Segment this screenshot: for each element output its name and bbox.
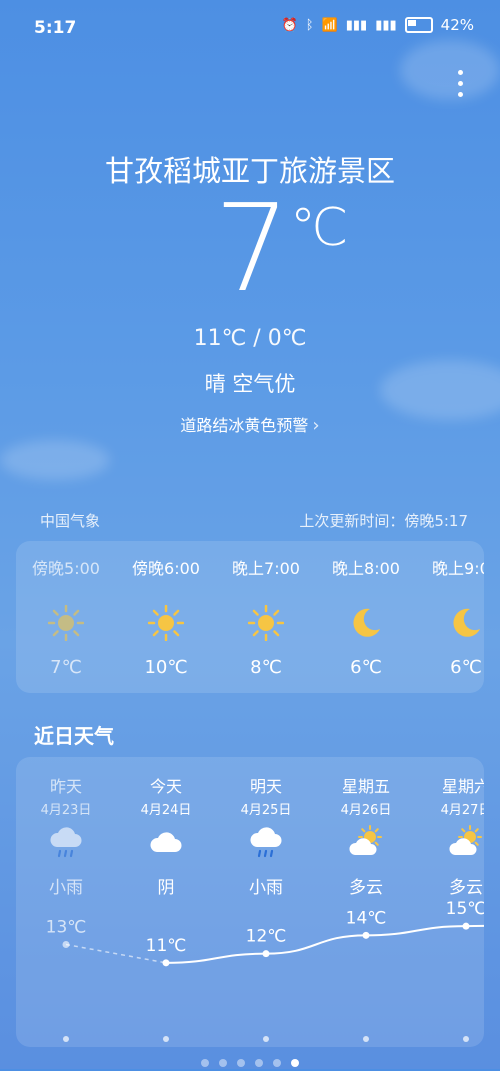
bluetooth-icon: ᛒ xyxy=(305,17,314,33)
hourly-item: 晚上7:00 8℃ xyxy=(216,541,316,693)
status-bar: 5:17 ⏰ ᛒ 📶 ▮▮▮ ▮▮▮ 42% xyxy=(0,0,500,56)
sun-icon xyxy=(147,604,185,642)
weather-condition: 晴 空气优 xyxy=(204,372,296,396)
day-condition: 小雨 xyxy=(249,878,283,898)
day-condition: 多云 xyxy=(449,878,483,898)
moon-icon xyxy=(348,605,384,641)
battery-fill xyxy=(407,20,417,26)
day-name: 昨天 xyxy=(49,777,82,796)
day-condition: 阴 xyxy=(157,878,175,898)
background-cloud xyxy=(0,440,110,480)
signal-icon: ▮▮▮ xyxy=(375,17,397,33)
data-provider: 中国气象 xyxy=(40,512,101,530)
battery-percent: 42% xyxy=(440,16,474,34)
day-date: 4月27日 xyxy=(440,803,484,818)
hourly-time: 晚上9:00 xyxy=(432,559,484,578)
signal-icon: ▮▮▮ xyxy=(345,17,368,33)
trend-point xyxy=(462,922,470,930)
sun-icon xyxy=(47,604,85,642)
page-dot[interactable] xyxy=(291,1059,299,1067)
day-date: 4月24日 xyxy=(140,803,192,818)
hourly-temp: 6℃ xyxy=(350,657,382,678)
hourly-time: 傍晚5:00 xyxy=(32,559,100,578)
trend-label: 11℃ xyxy=(146,936,187,956)
hourly-time: 傍晚6:00 xyxy=(132,559,200,578)
update-time: 上次更新时间：傍晚5:17 xyxy=(299,512,468,530)
partly-cloudy-icon xyxy=(448,825,484,861)
hourly-temp: 10℃ xyxy=(144,657,188,678)
day-name: 今天 xyxy=(149,777,182,796)
battery-icon xyxy=(404,17,433,33)
page-dot[interactable] xyxy=(237,1059,245,1067)
trend-label: 12℃ xyxy=(246,927,287,947)
weather-warning-text: 道路结冰黄色预警 xyxy=(180,416,309,435)
day-condition: 小雨 xyxy=(49,878,83,898)
trend-point xyxy=(62,941,70,948)
trend-point xyxy=(362,931,370,939)
trend-line xyxy=(165,924,484,964)
temperature-unit: ℃ xyxy=(290,198,349,258)
more-options-icon[interactable] xyxy=(458,70,464,102)
partly-cloudy-icon xyxy=(348,825,384,861)
day-name: 星期五 xyxy=(341,777,390,796)
hourly-item: 傍晚5:00 7℃ xyxy=(16,541,116,693)
cloud-icon xyxy=(148,825,184,861)
source-row: 中国气象 上次更新时间：傍晚5:17 xyxy=(40,510,468,531)
chevron-right-icon: › xyxy=(312,415,320,436)
trend-label: 14℃ xyxy=(346,908,387,928)
low-trend-point xyxy=(163,1036,169,1042)
wifi-icon: 📶 xyxy=(321,17,338,33)
trend-label: 13℃ xyxy=(46,918,87,938)
low-trend-point xyxy=(463,1036,469,1042)
day-date: 4月26日 xyxy=(340,803,392,818)
sun-icon xyxy=(247,604,285,642)
hourly-item: 傍晚6:00 10℃ xyxy=(116,541,216,693)
day-name: 星期六 xyxy=(441,777,484,796)
day-condition: 多云 xyxy=(349,878,383,898)
day-date: 4月25日 xyxy=(240,803,292,818)
status-icons: ⏰ ᛒ 📶 ▮▮▮ ▮▮▮ 42% xyxy=(282,16,474,34)
rain-cloud-icon xyxy=(48,825,84,861)
hourly-item: 晚上9:00 6℃ xyxy=(416,541,484,693)
trend-point xyxy=(262,950,270,958)
low-trend-point xyxy=(363,1036,369,1042)
trend-label: 15℃ xyxy=(446,899,484,919)
status-time: 5:17 xyxy=(34,18,77,38)
high-low-temperature: 11℃ / 0℃ xyxy=(193,326,307,351)
day-date: 4月23日 xyxy=(40,803,92,818)
low-trend-point xyxy=(263,1036,269,1042)
page-dot[interactable] xyxy=(201,1059,209,1067)
hourly-item: 晚上8:00 6℃ xyxy=(316,541,416,693)
trend-point xyxy=(162,959,170,967)
daily-forecast-title: 近日天气 xyxy=(34,724,114,748)
hourly-time: 晚上8:00 xyxy=(332,559,400,578)
page-dot[interactable] xyxy=(255,1059,263,1067)
hourly-forecast[interactable]: 傍晚5:00 7℃ 傍晚6:00 10℃ 晚上7:00 8℃ 晚上8:00 6℃ 晚上9:00 6… xyxy=(16,541,484,693)
page-dot[interactable] xyxy=(219,1059,227,1067)
moon-icon xyxy=(448,605,484,641)
low-trend-point xyxy=(63,1036,69,1042)
weather-warning-link[interactable]: 道路结冰黄色预警 › xyxy=(0,412,500,436)
day-name: 明天 xyxy=(249,777,282,796)
hourly-temp: 7℃ xyxy=(50,657,82,678)
hourly-time: 晚上7:00 xyxy=(232,559,300,578)
current-temperature: 7 xyxy=(214,180,291,319)
alarm-icon: ⏰ xyxy=(281,17,298,33)
hourly-temp: 8℃ xyxy=(250,657,282,678)
rain-cloud-icon xyxy=(248,825,284,861)
daily-forecast[interactable]: 13℃ 11℃ 12℃ 14℃ 15℃ 昨天 4月23日小雨 今天 4月24日阴 明天 4月25日… xyxy=(16,757,484,1047)
page-indicator xyxy=(0,1052,500,1071)
page-dot[interactable] xyxy=(273,1059,281,1067)
hourly-temp: 6℃ xyxy=(450,657,482,678)
